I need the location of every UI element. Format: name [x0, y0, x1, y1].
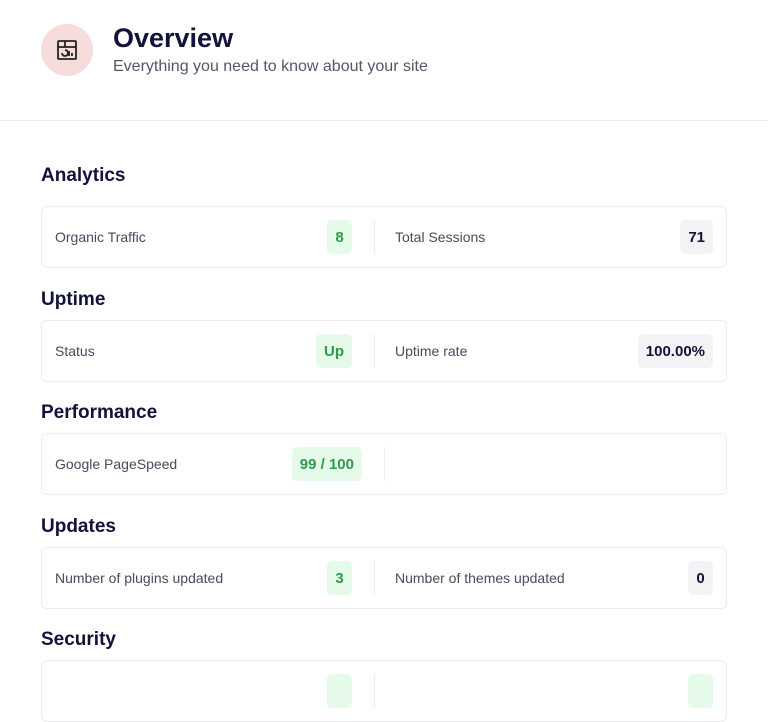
page-title: Overview: [113, 23, 234, 53]
performance-card: Google PageSpeed 99 / 100: [41, 433, 727, 495]
pagespeed-label: Google PageSpeed: [55, 456, 178, 472]
page-subtitle: Everything you need to know about your s…: [113, 58, 428, 75]
empty-half: [384, 447, 736, 481]
status-value: Up: [316, 334, 352, 368]
dashboard-icon: [41, 24, 93, 76]
section-title-analytics: Analytics: [41, 165, 126, 186]
uptime-rate-label: Uptime rate: [395, 343, 468, 359]
analytics-card: Organic Traffic 8 Total Sessions 71: [41, 206, 727, 268]
total-sessions-label: Total Sessions: [395, 229, 486, 245]
organic-traffic-label: Organic Traffic: [55, 229, 146, 245]
organic-traffic-value: 8: [327, 220, 352, 254]
plugins-updated-label: Number of plugins updated: [55, 570, 224, 586]
themes-updated-label: Number of themes updated: [395, 570, 565, 586]
total-sessions-value: 71: [680, 220, 713, 254]
section-title-updates: Updates: [41, 516, 116, 537]
status-label: Status: [55, 343, 95, 359]
security-right-half: [374, 674, 726, 708]
section-title-security: Security: [41, 629, 116, 650]
security-card: [41, 660, 727, 722]
pagespeed-value: 99 / 100: [291, 447, 362, 481]
updates-card: Number of plugins updated 3 Number of th…: [41, 547, 727, 609]
plugins-updated-value: 3: [327, 561, 352, 595]
themes-updated-value: 0: [688, 561, 713, 595]
security-left-badge: [327, 674, 352, 708]
uptime-rate-value: 100.00%: [637, 334, 713, 368]
section-title-performance: Performance: [41, 402, 158, 423]
security-right-badge: [688, 674, 713, 708]
section-title-uptime: Uptime: [41, 289, 106, 310]
page-header: Overview Everything you need to know abo…: [0, 0, 768, 121]
uptime-card: Status Up Uptime rate 100.00%: [41, 320, 727, 382]
